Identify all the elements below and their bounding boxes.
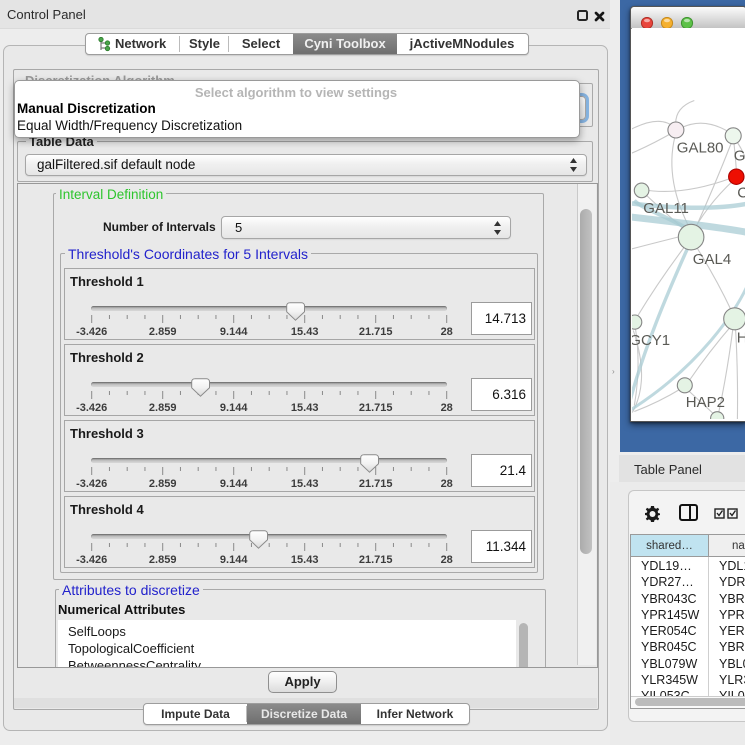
svg-text:CD: CD [737,185,745,202]
svg-text:HAP2: HAP2 [686,394,725,411]
svg-text:GCY1: GCY1 [632,332,670,349]
svg-text:H: H [737,330,745,347]
svg-text:GAL80: GAL80 [677,140,724,157]
svg-text:GA: GA [734,148,745,165]
svg-text:GAL11: GAL11 [643,200,689,217]
svg-text:GAL4: GAL4 [693,251,731,268]
